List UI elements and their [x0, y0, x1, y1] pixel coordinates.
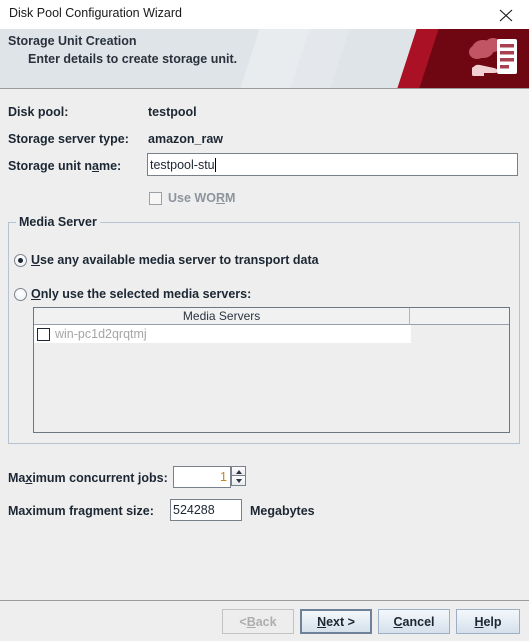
media-servers-table[interactable]: Media Servers win-pc1d2qrqtmj	[33, 307, 510, 433]
radio-only-selected-media-servers-label: Only use the selected media servers:	[31, 287, 252, 301]
stepper-down-button[interactable]	[231, 476, 246, 486]
max-concurrent-jobs-input[interactable]: 1	[173, 466, 231, 488]
help-button[interactable]: Help	[456, 609, 520, 634]
storage-server-type-value: amazon_raw	[148, 132, 224, 146]
stepper-up-button[interactable]	[231, 466, 246, 476]
radio-only-selected-media-servers[interactable]	[14, 288, 27, 301]
max-fragment-size-units: Megabytes	[250, 504, 315, 518]
use-worm-checkbox[interactable]	[149, 192, 162, 205]
storage-unit-name-label: Storage unit name:	[8, 159, 122, 173]
cloud-server-hand-icon	[469, 35, 521, 83]
media-server-name: win-pc1d2qrqtmj	[55, 327, 147, 341]
window-title: Disk Pool Configuration Wizard	[9, 6, 182, 20]
max-concurrent-jobs-stepper[interactable]	[231, 466, 246, 486]
max-fragment-size-input[interactable]: 524288	[170, 499, 242, 521]
column-header-empty[interactable]	[410, 308, 509, 325]
banner-title: Storage Unit Creation	[8, 34, 137, 48]
disk-pool-value: testpool	[148, 105, 197, 119]
max-concurrent-jobs-value: 1	[220, 470, 227, 484]
media-server-row-checkbox[interactable]	[37, 327, 50, 341]
back-button[interactable]: < Back	[222, 609, 294, 634]
table-cell-media-server[interactable]: win-pc1d2qrqtmj	[34, 325, 411, 343]
media-server-group-title: Media Server	[16, 215, 100, 229]
storage-unit-name-value: testpool-stu	[150, 157, 215, 172]
table-row[interactable]: win-pc1d2qrqtmj	[34, 325, 411, 343]
cancel-button[interactable]: Cancel	[378, 609, 450, 634]
text-caret	[214, 157, 216, 172]
column-header-media-servers[interactable]: Media Servers	[34, 308, 411, 325]
next-button[interactable]: Next >	[300, 609, 372, 634]
title-bar: Disk Pool Configuration Wizard	[0, 0, 529, 30]
close-button[interactable]	[483, 0, 529, 29]
radio-use-any-media-server-label: Use any available media server to transp…	[31, 253, 319, 267]
table-header-row: Media Servers	[34, 308, 509, 325]
use-worm-label: Use WORM	[168, 191, 236, 205]
max-concurrent-jobs-label: Maximum concurrent jobs:	[8, 471, 168, 485]
banner-red-panel	[363, 29, 529, 88]
disk-pool-configuration-wizard-window: Disk Pool Configuration Wizard Storage U…	[0, 0, 529, 641]
close-icon	[499, 9, 513, 22]
disk-pool-label: Disk pool:	[8, 105, 69, 119]
wizard-footer: < Back Next > Cancel Help	[0, 600, 529, 641]
max-fragment-size-value: 524288	[173, 503, 215, 517]
radio-use-any-media-server[interactable]	[14, 254, 27, 267]
chevron-down-icon	[236, 479, 242, 483]
storage-server-type-label: Storage server type:	[8, 132, 129, 146]
storage-unit-name-input[interactable]: testpool-stu	[147, 153, 518, 176]
banner-subtitle: Enter details to create storage unit.	[28, 52, 238, 66]
radio-selected-dot	[18, 258, 23, 263]
wizard-content: Disk pool: testpool Storage server type:…	[0, 89, 529, 600]
chevron-up-icon	[236, 470, 242, 474]
wizard-header-banner: Storage Unit Creation Enter details to c…	[0, 29, 529, 89]
max-fragment-size-label: Maximum fragment size:	[8, 504, 154, 518]
